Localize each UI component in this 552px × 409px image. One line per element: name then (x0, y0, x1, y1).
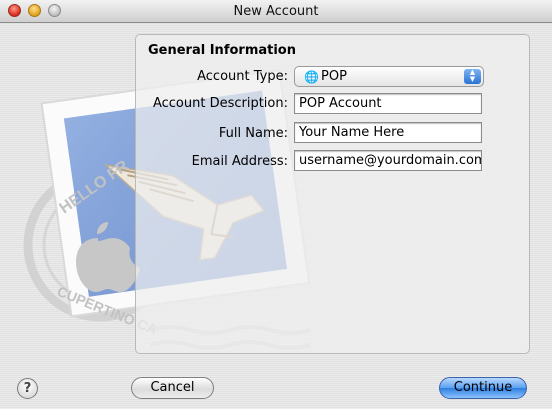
new-account-window: New Account HELLO FR CUPERTINO CA Genera… (0, 0, 552, 409)
email-address-label: Email Address: (191, 154, 288, 169)
account-type-label: Account Type: (197, 69, 288, 84)
email-address-field[interactable]: username@yourdomain.com (294, 150, 482, 171)
account-description-field[interactable]: POP Account (294, 93, 482, 114)
globe-icon: 🌐 (304, 70, 319, 84)
popup-arrows-icon: ▲ ▼ (464, 69, 481, 84)
title-bar: New Account (0, 0, 552, 23)
cancel-button[interactable]: Cancel (131, 377, 214, 399)
continue-button[interactable]: Continue (439, 377, 527, 399)
help-button[interactable]: ? (17, 378, 38, 399)
window-title: New Account (233, 4, 319, 19)
account-type-value: POP (321, 69, 347, 84)
account-type-popup[interactable]: 🌐 POP ▲ ▼ (294, 66, 484, 87)
full-name-field[interactable]: Your Name Here (294, 122, 482, 143)
full-name-label: Full Name: (218, 126, 288, 141)
section-title: General Information (148, 43, 296, 58)
account-description-label: Account Description: (152, 96, 288, 111)
